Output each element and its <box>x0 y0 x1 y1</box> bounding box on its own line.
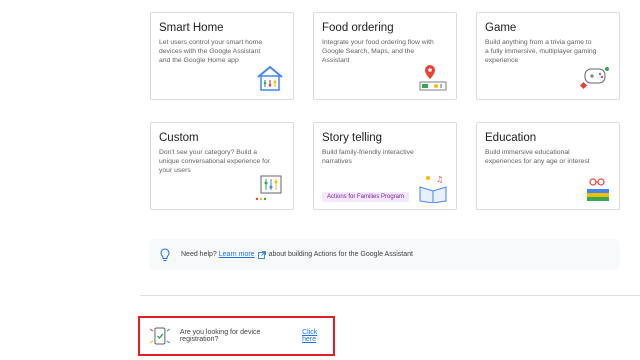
device-registration-icon <box>149 327 171 345</box>
families-program-badge: Actions for Families Program <box>322 192 410 202</box>
help-suffix-text: about building Actions for the Google As… <box>268 251 413 258</box>
category-card-education[interactable]: Education Build immersive educational ex… <box>476 122 620 210</box>
card-title: Education <box>485 132 537 144</box>
category-card-game[interactable]: Game Build anything from a trivia game t… <box>476 12 620 100</box>
divider <box>140 295 640 296</box>
card-title: Game <box>485 22 517 34</box>
education-icon <box>587 178 609 201</box>
card-description: Build family-friendly interactive narrat… <box>322 149 414 166</box>
category-card-custom[interactable]: Custom Don't see your category? Build a … <box>150 122 294 210</box>
card-title: Food ordering <box>322 22 394 34</box>
card-description: Let users control your smart home device… <box>159 39 263 65</box>
story-telling-icon: ♫ <box>419 175 447 203</box>
food-ordering-icon <box>419 65 447 91</box>
device-registration-banner: Are you looking for device registration?… <box>138 316 335 356</box>
custom-icon <box>255 175 282 201</box>
game-icon <box>579 67 609 90</box>
learn-more-link[interactable]: Learn more <box>219 251 255 258</box>
category-card-smart-home[interactable]: Smart Home Let users control your smart … <box>150 12 294 100</box>
external-link-icon <box>257 250 266 259</box>
registration-text: Are you looking for device registration? <box>179 329 261 343</box>
card-description: Build immersive educational experiences … <box>485 149 590 166</box>
category-card-food-ordering[interactable]: Food ordering Integrate your food orderi… <box>313 12 457 100</box>
lightbulb-icon <box>160 247 170 261</box>
card-title: Story telling <box>322 132 383 144</box>
card-description: Integrate your food ordering flow with G… <box>322 39 434 65</box>
click-here-link[interactable]: Click here <box>302 329 333 343</box>
card-title: Custom <box>159 132 199 144</box>
card-description: Build anything from a trivia game to a f… <box>485 39 597 65</box>
help-banner: Need help? Learn more about building Act… <box>149 239 620 270</box>
svg-text:♫: ♫ <box>436 175 443 184</box>
card-description: Don't see your category? Build a unique … <box>159 149 271 175</box>
category-card-story-telling[interactable]: Story telling Build family-friendly inte… <box>313 122 457 210</box>
card-title: Smart Home <box>159 22 224 34</box>
help-prefix-text: Need help? <box>181 251 217 258</box>
smart-home-icon <box>257 65 283 91</box>
